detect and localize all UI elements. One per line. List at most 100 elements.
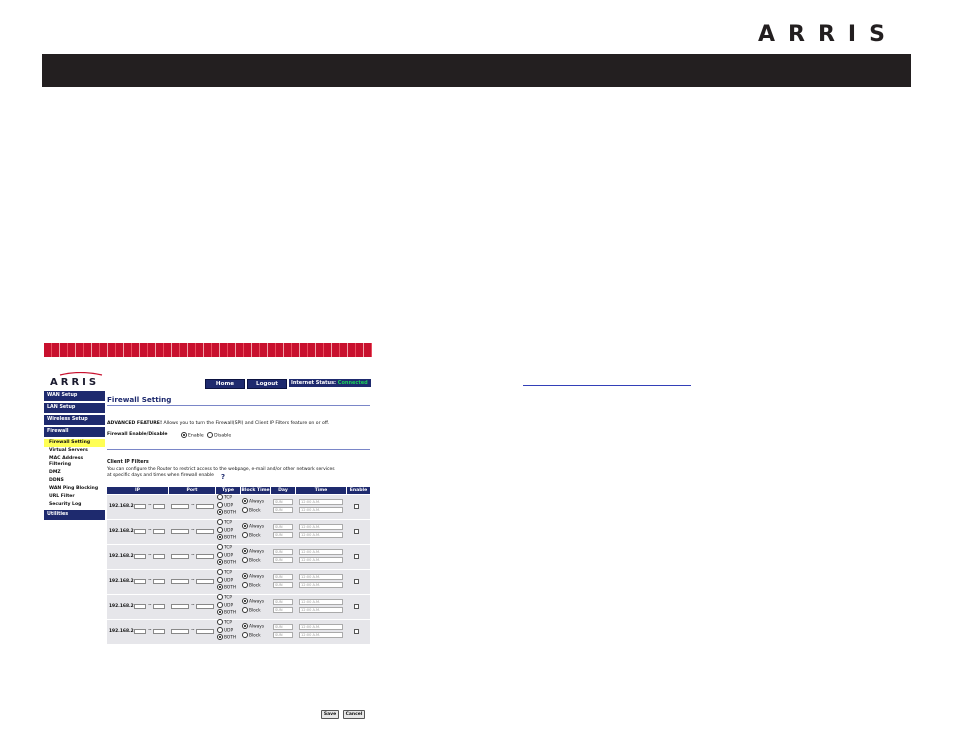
ip-start-input[interactable] (134, 579, 146, 584)
port-start-input[interactable] (171, 604, 189, 609)
port-end-input[interactable] (196, 504, 214, 509)
port-end-input[interactable] (196, 604, 214, 609)
enable-checkbox[interactable] (354, 529, 359, 534)
enable-checkbox[interactable] (354, 504, 359, 509)
type-both-radio[interactable] (217, 534, 223, 540)
ip-start-input[interactable] (134, 529, 146, 534)
type-udp-radio[interactable] (217, 576, 223, 583)
ip-end-input[interactable] (153, 504, 165, 509)
ip-start-input[interactable] (134, 629, 146, 634)
port-end-input[interactable] (196, 579, 214, 584)
sidebar-item-wireless-setup[interactable]: Wireless Setup (44, 415, 105, 425)
ip-end-input[interactable] (153, 579, 165, 584)
enable-checkbox[interactable] (354, 604, 359, 609)
time-start-select[interactable]: 12:00 A.M. (299, 624, 343, 630)
day-end-select[interactable]: SUN (273, 607, 293, 613)
block-always-radio[interactable] (242, 573, 248, 579)
day-start-select[interactable]: SUN (273, 624, 293, 630)
port-start-input[interactable] (171, 529, 189, 534)
day-start-select[interactable]: SUN (273, 549, 293, 555)
enable-checkbox[interactable] (354, 554, 359, 559)
sidebar-item-dmz[interactable]: DMZ (44, 470, 105, 476)
type-udp-radio[interactable] (217, 601, 223, 608)
sidebar-item-firewall[interactable]: Firewall (44, 427, 105, 437)
day-end-select[interactable]: SUN (273, 557, 293, 563)
sidebar-item-lan-setup[interactable]: LAN Setup (44, 403, 105, 413)
time-end-select[interactable]: 12:00 A.M. (299, 632, 343, 638)
time-start-select[interactable]: 12:00 A.M. (299, 499, 343, 505)
firewall-enable-radio[interactable] (181, 432, 187, 438)
block-schedule-radio[interactable] (242, 606, 248, 613)
time-start-select[interactable]: 12:00 A.M. (299, 524, 343, 530)
type-tcp-radio[interactable] (217, 544, 223, 550)
block-always-radio[interactable] (242, 523, 248, 529)
ip-end-input[interactable] (153, 604, 165, 609)
time-end-select[interactable]: 12:00 A.M. (299, 607, 343, 613)
ip-start-input[interactable] (134, 554, 146, 559)
time-start-select[interactable]: 12:00 A.M. (299, 599, 343, 605)
enable-checkbox[interactable] (354, 629, 359, 634)
sidebar-item-virtual-servers[interactable]: Virtual Servers (44, 448, 105, 454)
type-tcp-radio[interactable] (217, 619, 223, 625)
type-tcp-radio[interactable] (217, 569, 223, 575)
type-tcp-radio[interactable] (217, 519, 223, 525)
ip-start-input[interactable] (134, 504, 146, 509)
port-end-input[interactable] (196, 529, 214, 534)
logout-button[interactable]: Logout (247, 379, 287, 389)
type-both-radio[interactable] (217, 559, 223, 565)
port-start-input[interactable] (171, 579, 189, 584)
block-schedule-radio[interactable] (242, 581, 248, 588)
ip-end-input[interactable] (153, 529, 165, 534)
block-always-radio[interactable] (242, 548, 248, 554)
day-end-select[interactable]: SUN (273, 582, 293, 588)
type-both-radio[interactable] (217, 609, 223, 615)
day-end-select[interactable]: SUN (273, 632, 293, 638)
day-end-select[interactable]: SUN (273, 532, 293, 538)
hyperlink-underline[interactable] (523, 385, 691, 386)
port-start-input[interactable] (171, 554, 189, 559)
block-schedule-radio[interactable] (242, 531, 248, 538)
type-both-radio[interactable] (217, 584, 223, 590)
ip-end-input[interactable] (153, 629, 165, 634)
help-icon[interactable]: ? (221, 473, 225, 481)
block-always-radio[interactable] (242, 623, 248, 629)
day-start-select[interactable]: SUN (273, 574, 293, 580)
sidebar-item-url-filter[interactable]: URL Filter (44, 494, 105, 500)
port-end-input[interactable] (196, 554, 214, 559)
type-udp-radio[interactable] (217, 526, 223, 533)
firewall-disable-radio[interactable] (207, 432, 214, 438)
day-start-select[interactable]: SUN (273, 499, 293, 505)
type-udp-radio[interactable] (217, 626, 223, 633)
sidebar-item-mac-filtering-2[interactable]: Filtering (44, 462, 105, 468)
time-start-select[interactable]: 12:00 A.M. (299, 574, 343, 580)
type-both-radio[interactable] (217, 634, 223, 640)
time-end-select[interactable]: 12:00 A.M. (299, 582, 343, 588)
type-both-radio[interactable] (217, 509, 223, 515)
block-always-radio[interactable] (242, 498, 248, 504)
home-button[interactable]: Home (205, 379, 245, 389)
save-button[interactable]: Save (321, 710, 339, 719)
block-schedule-radio[interactable] (242, 631, 248, 638)
port-end-input[interactable] (196, 629, 214, 634)
sidebar-item-wan-setup[interactable]: WAN Setup (44, 391, 105, 401)
day-start-select[interactable]: SUN (273, 524, 293, 530)
time-start-select[interactable]: 12:00 A.M. (299, 549, 343, 555)
type-tcp-radio[interactable] (217, 594, 223, 600)
ip-end-input[interactable] (153, 554, 165, 559)
enable-checkbox[interactable] (354, 579, 359, 584)
sidebar-item-security-log[interactable]: Security Log (44, 502, 105, 508)
sidebar-item-utilities[interactable]: Utilities (44, 510, 105, 520)
type-udp-radio[interactable] (217, 551, 223, 558)
time-end-select[interactable]: 12:00 A.M. (299, 557, 343, 563)
ip-start-input[interactable] (134, 604, 146, 609)
sidebar-item-ddns[interactable]: DDNS (44, 478, 105, 484)
port-start-input[interactable] (171, 629, 189, 634)
type-tcp-radio[interactable] (217, 494, 223, 500)
type-udp-radio[interactable] (217, 501, 223, 508)
port-start-input[interactable] (171, 504, 189, 509)
time-end-select[interactable]: 12:00 A.M. (299, 507, 343, 513)
day-end-select[interactable]: SUN (273, 507, 293, 513)
day-start-select[interactable]: SUN (273, 599, 293, 605)
block-schedule-radio[interactable] (242, 556, 248, 563)
sidebar-item-wan-ping[interactable]: WAN Ping Blocking (44, 486, 105, 492)
